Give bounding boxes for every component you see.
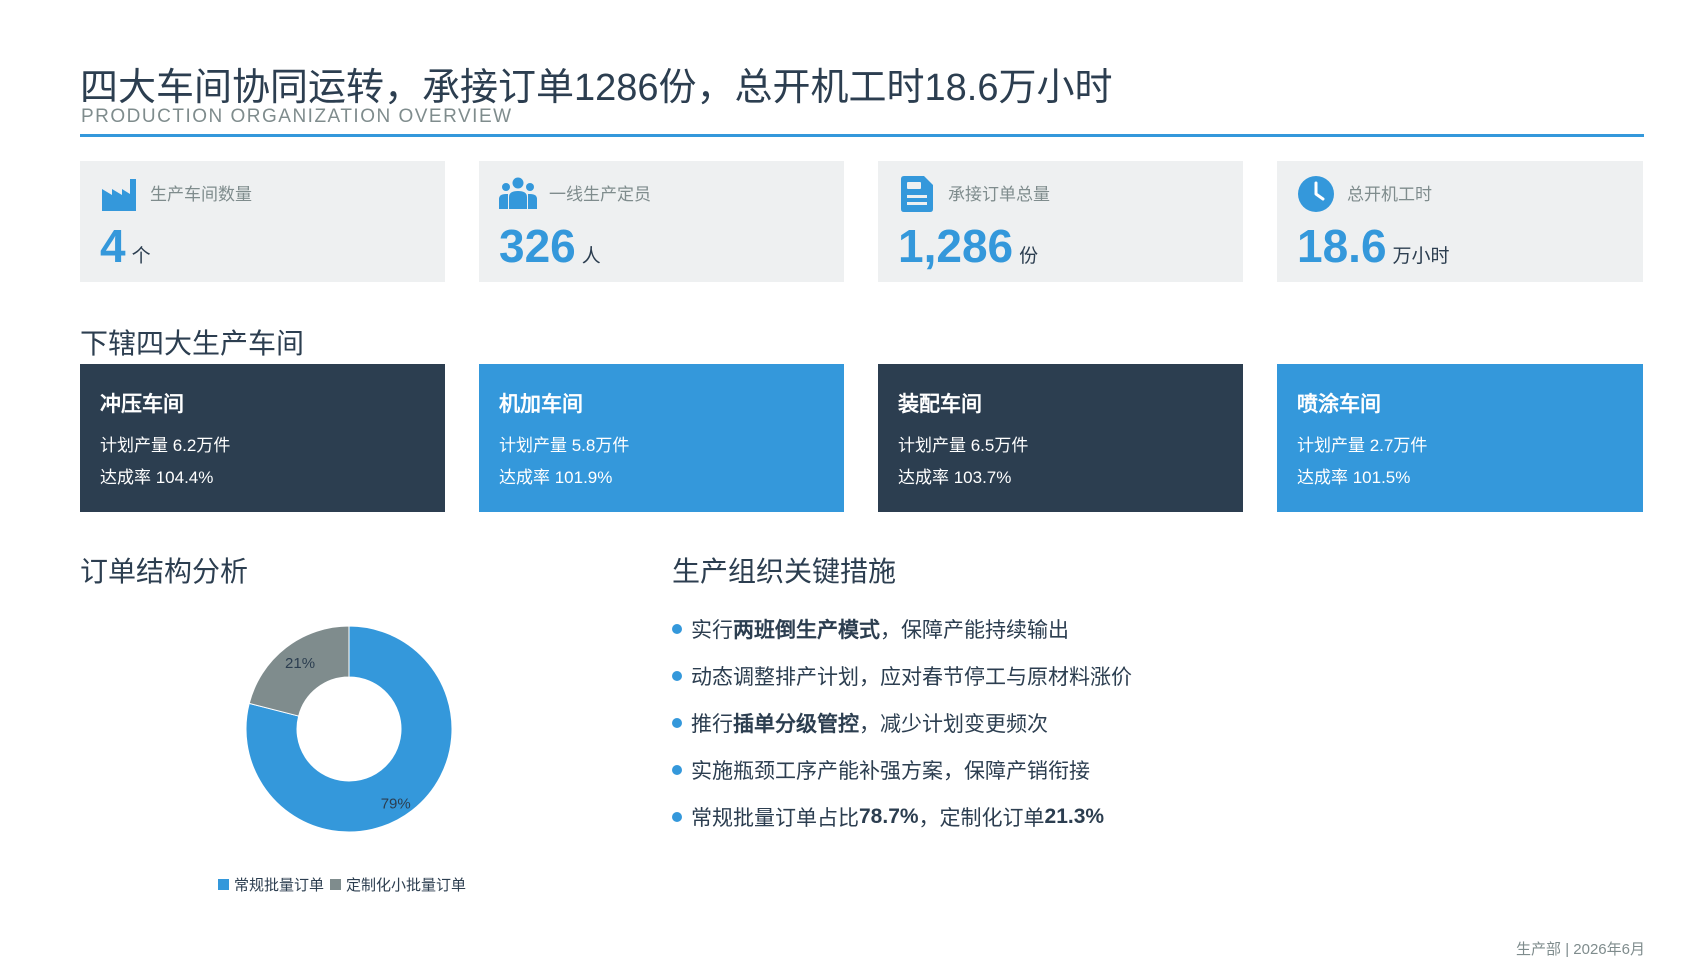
title-divider [80, 134, 1644, 137]
bullet-dot [672, 623, 682, 634]
donut-label-0: 79% [381, 796, 411, 813]
measure-item: 常规批量订单占比 78.7% ，定制化订单 21.3% [672, 793, 1132, 840]
kpi-card-workshops: 生产车间数量 4个 [80, 161, 445, 282]
workshop-rate: 达成率 101.9% [499, 468, 613, 487]
legend-item-custom: 定制化小批量订单 [330, 874, 466, 895]
measures-list: 实行 两班倒生产模式 ，保障产能持续输出 动态调整排产计划，应对春节停工与原材料涨价… [672, 605, 1132, 840]
workshop-row: 冲压车间 计划产量 6.2万件 达成率 104.4% 机加车间 计划产量 5.8… [80, 364, 1644, 512]
workshop-rate: 达成率 103.7% [898, 468, 1012, 487]
kpi-unit: 份 [1019, 246, 1039, 267]
workshop-rate: 达成率 101.5% [1297, 468, 1411, 487]
page-title: 四大车间协同运转，承接订单1286份，总开机工时18.6万小时 [80, 67, 1113, 109]
legend-label: 常规批量订单 [234, 877, 325, 894]
users-icon [499, 177, 537, 209]
measure-item: 动态调整排产计划，应对春节停工与原材料涨价 [672, 652, 1132, 699]
kpi-row: 生产车间数量 4个 一线生产定员 326 人 承接订单总量 1,286 份 总开… [80, 161, 1644, 282]
kpi-card-hours: 总开机工时 18.6 万小时 [1277, 161, 1643, 282]
measure-item: 实施瓶颈工序产能补强方案，保障产销衔接 [672, 746, 1132, 793]
workshop-plan: 计划产量 6.5万件 [898, 436, 1029, 455]
workshop-card-machining: 机加车间 计划产量 5.8万件 达成率 101.9% [479, 364, 844, 512]
measure-item: 推行 插单分级管控 ，减少计划变更频次 [672, 699, 1132, 746]
workshop-plan: 计划产量 2.7万件 [1297, 436, 1428, 455]
page-subtitle: PRODUCTION ORGANIZATION OVERVIEW [81, 106, 513, 127]
kpi-label: 一线生产定员 [549, 185, 651, 204]
document-icon [901, 176, 933, 212]
workshop-name: 冲压车间 [100, 393, 184, 416]
bullet-dot [672, 670, 682, 681]
chart-legend: 常规批量订单 定制化小批量订单 [218, 874, 472, 895]
kpi-card-staff: 一线生产定员 326 人 [479, 161, 844, 282]
kpi-value: 1,286 [898, 220, 1014, 272]
bullet-dot [672, 764, 682, 775]
donut-label-1: 21% [285, 655, 315, 672]
kpi-label: 生产车间数量 [150, 185, 252, 204]
workshop-rate: 达成率 104.4% [100, 468, 214, 487]
kpi-unit: 万小时 [1392, 246, 1450, 267]
bullet-dot [672, 811, 682, 822]
legend-label: 定制化小批量订单 [346, 877, 467, 894]
clock-icon [1298, 176, 1334, 212]
footer-text: 生产部 | 2026年6月 [1516, 941, 1645, 958]
order-donut-chart: 79% 21% [245, 625, 453, 833]
kpi-value: 326 [499, 220, 576, 272]
workshop-card-stamping: 冲压车间 计划产量 6.2万件 达成率 104.4% [80, 364, 445, 512]
legend-swatch [218, 879, 229, 890]
legend-swatch [330, 879, 342, 890]
kpi-label: 总开机工时 [1347, 185, 1432, 204]
workshop-name: 机加车间 [499, 393, 583, 416]
kpi-card-orders: 承接订单总量 1,286 份 [878, 161, 1243, 282]
measures-section-title: 生产组织关键措施 [672, 556, 897, 587]
workshop-plan: 计划产量 6.2万件 [100, 436, 231, 455]
kpi-value: 4 [100, 220, 126, 272]
workshops-section-title: 下辖四大生产车间 [80, 328, 305, 359]
workshop-name: 装配车间 [898, 393, 982, 416]
workshop-card-painting: 喷涂车间 计划产量 2.7万件 达成率 101.5% [1277, 364, 1643, 512]
bullet-dot [672, 717, 682, 728]
order-section-title: 订单结构分析 [80, 556, 249, 587]
kpi-value: 18.6 [1297, 220, 1387, 272]
factory-icon [102, 179, 136, 211]
workshop-plan: 计划产量 5.8万件 [499, 436, 630, 455]
workshop-name: 喷涂车间 [1297, 393, 1381, 416]
measure-item: 实行 两班倒生产模式 ，保障产能持续输出 [672, 605, 1132, 652]
kpi-unit: 人 [581, 246, 601, 267]
kpi-label: 承接订单总量 [948, 185, 1050, 204]
workshop-card-assembly: 装配车间 计划产量 6.5万件 达成率 103.7% [878, 364, 1243, 512]
kpi-unit: 个 [131, 246, 151, 267]
legend-item-regular: 常规批量订单 [218, 874, 324, 895]
